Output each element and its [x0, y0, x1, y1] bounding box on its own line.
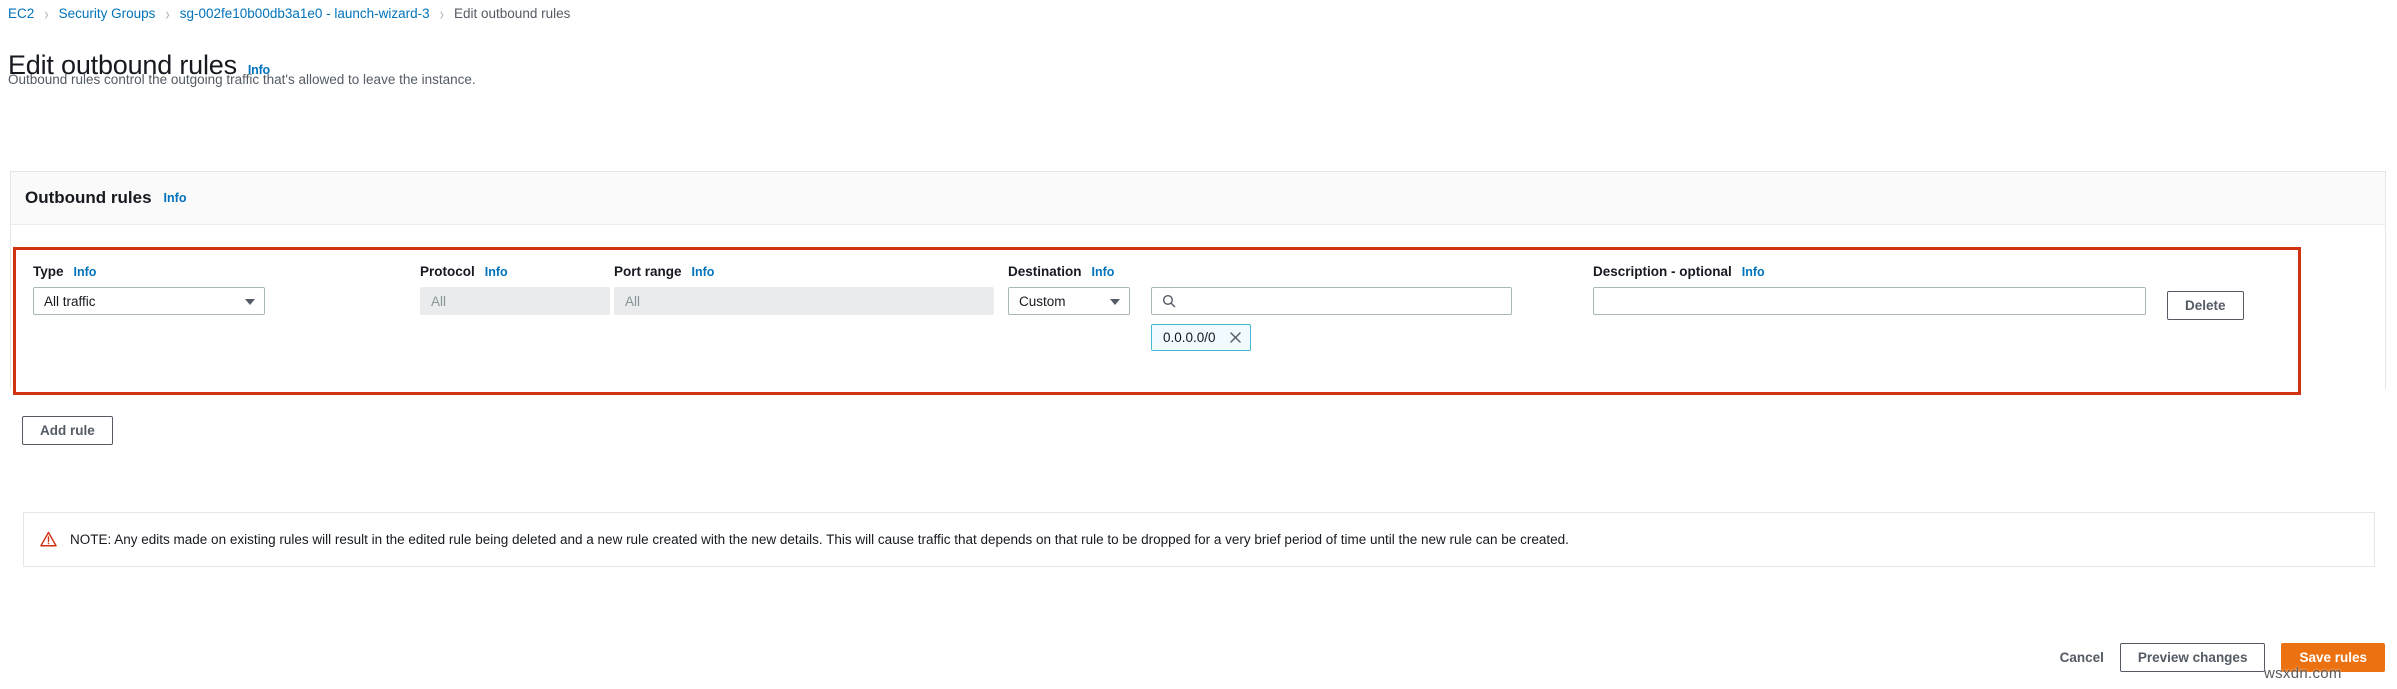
rule-row-validation-region: Type Info All traffic Protocol Info All: [13, 247, 2301, 395]
breadcrumb-separator: ›: [440, 3, 444, 23]
note-banner: NOTE: Any edits made on existing rules w…: [23, 512, 2375, 567]
breadcrumb-separator: ›: [165, 3, 169, 23]
column-description: Description - optional Info: [1593, 264, 2146, 315]
type-select[interactable]: All traffic: [33, 287, 265, 315]
breadcrumb-item-security-group-id[interactable]: sg-002fe10b00db3a1e0 - launch-wizard-3: [180, 6, 430, 21]
protocol-info-link[interactable]: Info: [485, 265, 508, 279]
search-icon: [1162, 294, 1176, 308]
column-header-protocol: Protocol Info: [420, 264, 610, 279]
breadcrumb-separator: ›: [44, 3, 48, 23]
column-destination: Destination Info Custom: [1008, 264, 1608, 351]
column-header-port-range: Port range Info: [614, 264, 994, 279]
column-label-destination: Destination: [1008, 264, 1082, 279]
breadcrumb-item-security-groups[interactable]: Security Groups: [59, 6, 156, 21]
delete-rule-button[interactable]: Delete: [2167, 291, 2244, 320]
card-header: Outbound rules Info: [11, 172, 2385, 225]
protocol-value: All: [431, 294, 446, 309]
destination-token-label: 0.0.0.0/0: [1163, 330, 1216, 345]
port-range-value: All: [625, 294, 640, 309]
save-rules-button[interactable]: Save rules: [2281, 643, 2385, 672]
footer-actions: Cancel Preview changes Save rules: [2060, 643, 2385, 672]
description-input[interactable]: [1593, 287, 2146, 315]
breadcrumb-item-ec2[interactable]: EC2: [8, 6, 34, 21]
column-label-description: Description - optional: [1593, 264, 1732, 279]
cancel-button[interactable]: Cancel: [2060, 643, 2104, 672]
page-description: Outbound rules control the outgoing traf…: [8, 72, 476, 87]
protocol-field: All: [420, 287, 610, 315]
warning-triangle-icon: [40, 531, 57, 548]
column-port-range: Port range Info All: [614, 264, 994, 315]
destination-controls: Custom 0.0.0.0/0: [1008, 287, 1608, 351]
preview-changes-button[interactable]: Preview changes: [2120, 643, 2266, 672]
section-title: Outbound rules: [25, 188, 152, 208]
column-header-type: Type Info: [33, 264, 265, 279]
add-rule-button[interactable]: Add rule: [22, 416, 113, 445]
column-header-destination: Destination Info: [1008, 264, 1608, 279]
port-range-field: All: [614, 287, 994, 315]
destination-type-wrap: Custom: [1008, 287, 1130, 315]
column-header-description: Description - optional Info: [1593, 264, 2146, 279]
close-icon[interactable]: [1229, 331, 1242, 344]
column-label-protocol: Protocol: [420, 264, 475, 279]
description-info-link[interactable]: Info: [1742, 265, 1765, 279]
destination-value-wrap: 0.0.0.0/0: [1151, 287, 1512, 351]
chevron-down-icon: [245, 299, 255, 305]
breadcrumb-item-current: Edit outbound rules: [454, 6, 570, 21]
destination-search-input[interactable]: [1151, 287, 1512, 315]
chevron-down-icon: [1110, 299, 1120, 305]
rule-row: Type Info All traffic Protocol Info All: [16, 250, 2298, 392]
port-range-info-link[interactable]: Info: [692, 265, 715, 279]
type-info-link[interactable]: Info: [74, 265, 97, 279]
column-protocol: Protocol Info All: [420, 264, 610, 315]
destination-type-value: Custom: [1019, 294, 1066, 309]
breadcrumb: EC2 › Security Groups › sg-002fe10b00db3…: [8, 0, 570, 26]
add-rule-wrapper: Add rule: [22, 416, 113, 445]
edit-outbound-rules-page: EC2 › Security Groups › sg-002fe10b00db3…: [0, 0, 2397, 689]
column-delete: Delete: [2167, 264, 2244, 320]
destination-token: 0.0.0.0/0: [1151, 324, 1251, 351]
column-label-port-range: Port range: [614, 264, 682, 279]
destination-info-link[interactable]: Info: [1092, 265, 1115, 279]
column-label-type: Type: [33, 264, 64, 279]
column-header-delete: [2167, 264, 2244, 283]
column-type: Type Info All traffic: [33, 264, 265, 315]
destination-type-select[interactable]: Custom: [1008, 287, 1130, 315]
section-info-link[interactable]: Info: [164, 191, 187, 205]
type-select-value: All traffic: [44, 294, 96, 309]
note-text: NOTE: Any edits made on existing rules w…: [70, 532, 1569, 547]
